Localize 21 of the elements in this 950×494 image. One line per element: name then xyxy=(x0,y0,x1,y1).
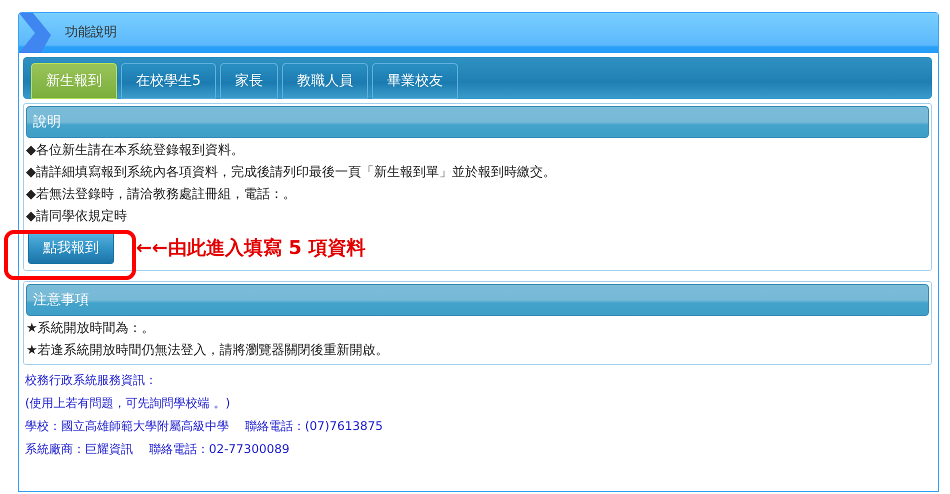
annotation-text: ←←由此進入填寫 5 項資料 xyxy=(136,236,366,261)
description-line: ◆若無法登錄時，請洽教務處註冊組，電話：。 xyxy=(26,186,296,204)
section-header: 注意事項 xyxy=(26,284,929,316)
tab[interactable]: 在校學生5 xyxy=(121,63,216,99)
description-line: ◆請詳細填寫報到系統內各項資料，完成後請列印最後一頁「新生報到單」並於報到時繳交。 xyxy=(26,164,556,182)
service-info-line: (使用上若有問題，可先詢問學校端 。) xyxy=(25,395,230,412)
section-header: 說明 xyxy=(26,106,929,138)
window-title: 功能說明 xyxy=(65,24,117,42)
register-button[interactable]: 點我報到 xyxy=(28,232,114,264)
tab[interactable]: 家長 xyxy=(220,63,278,99)
service-info-line: 校務行政系統服務資訊： xyxy=(25,372,157,389)
chevron-icon xyxy=(19,13,53,53)
tab[interactable]: 畢業校友 xyxy=(372,63,458,99)
description-line: ◆各位新生請在本系統登錄報到資料。 xyxy=(26,142,244,160)
description-line: ◆請同學依規定時 xyxy=(26,208,127,226)
tab[interactable]: 新生報到 xyxy=(31,63,117,99)
service-info-line: 學校：國立高雄師範大學附屬高級中學 聯絡電話：(07)7613875 xyxy=(25,418,383,435)
service-info-line: 系統廠商：巨耀資訊 聯絡電話：02-77300089 xyxy=(25,441,290,458)
note-line: ★系統開放時間為：。 xyxy=(26,320,155,338)
tab[interactable]: 教職人員 xyxy=(282,63,368,99)
note-line: ★若逢系統開放時間仍無法登入，請將瀏覽器關閉後重新開啟。 xyxy=(26,342,389,360)
